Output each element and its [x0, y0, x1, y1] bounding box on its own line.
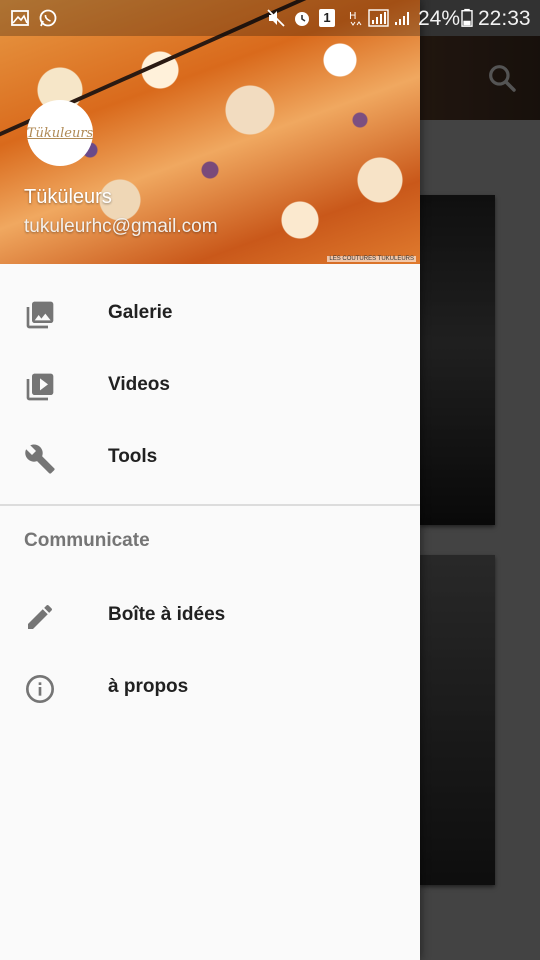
gallery-notification-icon — [11, 10, 29, 26]
menu-item-tools[interactable]: Tools — [0, 421, 420, 493]
avatar-logo-text: Tükuleurs — [26, 125, 94, 141]
menu-label-videos: Videos — [108, 374, 170, 395]
alarm-icon — [295, 12, 309, 26]
wrench-icon — [25, 444, 55, 474]
menu-item-a-propos[interactable]: à propos — [0, 651, 420, 723]
photo-library-icon — [26, 301, 54, 329]
user-email: tukuleurhc@gmail.com — [24, 216, 218, 237]
menu-divider — [0, 504, 420, 506]
battery-percent: 24% — [418, 7, 461, 30]
menu-item-boite-a-idees[interactable]: Boîte à idées — [0, 579, 420, 651]
header-image-caption: LES COUTURES TUKULEURS — [327, 256, 416, 262]
menu-label-galerie: Galerie — [108, 302, 173, 323]
drawer-header: Tükuleurs Tüküleurs tukuleurhc@gmail.com… — [0, 0, 420, 264]
signal-icon — [368, 9, 389, 27]
menu-label-tools: Tools — [108, 446, 158, 467]
menu-item-galerie[interactable]: Galerie — [0, 277, 420, 349]
menu-item-videos[interactable]: Videos — [0, 349, 420, 421]
user-name: Tüküleurs — [24, 186, 112, 208]
clock: 22:33 — [478, 7, 531, 30]
battery-icon — [461, 8, 473, 27]
avatar[interactable]: Tükuleurs — [27, 100, 93, 166]
status-bar: 1 H 24% 22:33 — [0, 0, 540, 36]
navigation-drawer: Tükuleurs Tüküleurs tukuleurhc@gmail.com… — [0, 0, 420, 960]
sim-indicator: 1 — [319, 9, 335, 27]
video-library-icon — [26, 373, 54, 401]
menu-label-a-propos: à propos — [108, 676, 189, 697]
network-type-icon: H — [349, 11, 362, 26]
svg-text:H: H — [349, 11, 357, 22]
signal-2-icon — [395, 12, 409, 25]
menu-label-boite-a-idees: Boîte à idées — [108, 604, 226, 625]
section-header-communicate: Communicate — [24, 530, 150, 551]
mute-icon — [267, 9, 285, 27]
info-icon — [26, 675, 54, 703]
whatsapp-notification-icon — [39, 9, 57, 27]
pencil-icon — [28, 604, 53, 629]
